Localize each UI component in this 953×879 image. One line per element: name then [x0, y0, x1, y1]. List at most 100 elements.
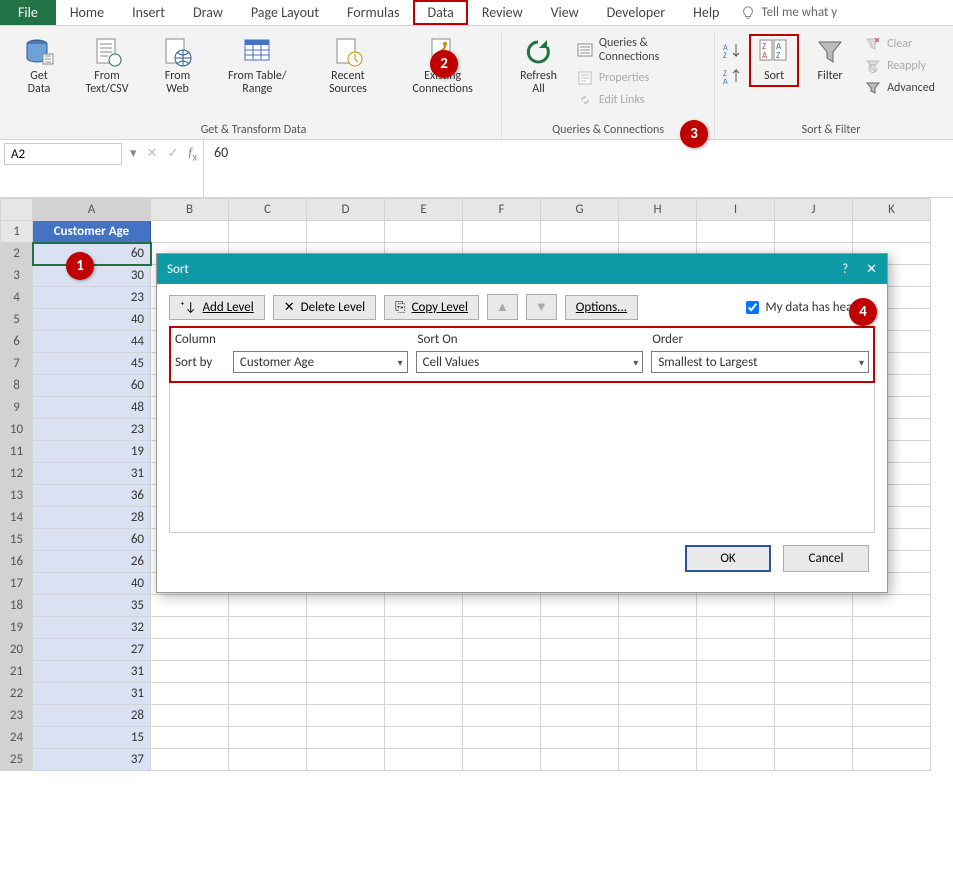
empty-cell[interactable]: [229, 595, 307, 617]
data-cell[interactable]: 40: [33, 573, 151, 595]
empty-cell[interactable]: [229, 705, 307, 727]
sort-desc-icon[interactable]: ZA: [723, 68, 743, 86]
empty-cell[interactable]: [619, 639, 697, 661]
row-header[interactable]: 25: [1, 749, 33, 771]
delete-level-button[interactable]: ✕Delete Level: [273, 295, 376, 320]
row-header[interactable]: 3: [1, 265, 33, 287]
data-cell[interactable]: 28: [33, 507, 151, 529]
col-header-K[interactable]: K: [853, 199, 931, 221]
empty-cell[interactable]: [775, 661, 853, 683]
menu-data[interactable]: Data: [413, 0, 467, 25]
fx-icon[interactable]: fx: [188, 146, 197, 164]
data-cell[interactable]: 45: [33, 353, 151, 375]
empty-cell[interactable]: [385, 617, 463, 639]
empty-cell[interactable]: [541, 749, 619, 771]
menu-home[interactable]: Home: [56, 0, 118, 25]
row-header[interactable]: 8: [1, 375, 33, 397]
edit-links-button[interactable]: Edit Links: [573, 90, 706, 110]
data-cell[interactable]: 31: [33, 683, 151, 705]
data-cell[interactable]: 27: [33, 639, 151, 661]
menu-view[interactable]: View: [537, 0, 593, 25]
help-icon[interactable]: ?: [842, 262, 848, 277]
empty-cell[interactable]: [385, 749, 463, 771]
empty-cell[interactable]: [463, 221, 541, 243]
empty-cell[interactable]: [463, 683, 541, 705]
menu-formulas[interactable]: Formulas: [333, 0, 413, 25]
empty-cell[interactable]: [151, 221, 229, 243]
row-header[interactable]: 7: [1, 353, 33, 375]
menu-developer[interactable]: Developer: [593, 0, 679, 25]
col-header-C[interactable]: C: [229, 199, 307, 221]
empty-cell[interactable]: [541, 661, 619, 683]
empty-cell[interactable]: [307, 595, 385, 617]
empty-cell[interactable]: [385, 705, 463, 727]
row-header[interactable]: 13: [1, 485, 33, 507]
formula-input[interactable]: 60: [203, 140, 953, 197]
row-header[interactable]: 10: [1, 419, 33, 441]
options-button[interactable]: Options...: [565, 295, 638, 320]
row-header[interactable]: 22: [1, 683, 33, 705]
empty-cell[interactable]: [307, 221, 385, 243]
empty-cell[interactable]: [775, 617, 853, 639]
empty-cell[interactable]: [463, 595, 541, 617]
data-cell[interactable]: 37: [33, 749, 151, 771]
row-header[interactable]: 18: [1, 595, 33, 617]
empty-cell[interactable]: [307, 639, 385, 661]
cancel-icon[interactable]: ✕: [147, 146, 158, 161]
empty-cell[interactable]: [229, 617, 307, 639]
column-header-cell[interactable]: Customer Age: [33, 221, 151, 243]
data-cell[interactable]: 32: [33, 617, 151, 639]
empty-cell[interactable]: [385, 595, 463, 617]
empty-cell[interactable]: [151, 727, 229, 749]
data-cell[interactable]: 23: [33, 287, 151, 309]
col-header-E[interactable]: E: [385, 199, 463, 221]
empty-cell[interactable]: [385, 639, 463, 661]
empty-cell[interactable]: [775, 595, 853, 617]
empty-cell[interactable]: [619, 661, 697, 683]
menu-help[interactable]: Help: [679, 0, 733, 25]
row-header[interactable]: 14: [1, 507, 33, 529]
empty-cell[interactable]: [697, 749, 775, 771]
empty-cell[interactable]: [307, 749, 385, 771]
col-header-J[interactable]: J: [775, 199, 853, 221]
empty-cell[interactable]: [775, 749, 853, 771]
get-data-button[interactable]: Get Data: [14, 34, 64, 98]
row-header[interactable]: 12: [1, 463, 33, 485]
empty-cell[interactable]: [619, 749, 697, 771]
empty-cell[interactable]: [697, 661, 775, 683]
order-combo[interactable]: Smallest to Largest▾: [651, 351, 869, 373]
data-cell[interactable]: 31: [33, 661, 151, 683]
col-header-G[interactable]: G: [541, 199, 619, 221]
empty-cell[interactable]: [151, 705, 229, 727]
empty-cell[interactable]: [697, 617, 775, 639]
row-header[interactable]: 16: [1, 551, 33, 573]
data-cell[interactable]: 23: [33, 419, 151, 441]
row-header[interactable]: 17: [1, 573, 33, 595]
empty-cell[interactable]: [307, 661, 385, 683]
empty-cell[interactable]: [697, 221, 775, 243]
empty-cell[interactable]: [853, 661, 931, 683]
queries-connections-button[interactable]: Queries & Connections: [573, 34, 706, 66]
empty-cell[interactable]: [307, 705, 385, 727]
dropdown-icon[interactable]: ▾: [130, 146, 137, 161]
empty-cell[interactable]: [619, 595, 697, 617]
data-cell[interactable]: 15: [33, 727, 151, 749]
empty-cell[interactable]: [385, 727, 463, 749]
menu-draw[interactable]: Draw: [179, 0, 237, 25]
empty-cell[interactable]: [853, 749, 931, 771]
select-all[interactable]: [1, 199, 33, 221]
empty-cell[interactable]: [775, 727, 853, 749]
empty-cell[interactable]: [541, 617, 619, 639]
empty-cell[interactable]: [463, 639, 541, 661]
col-header-F[interactable]: F: [463, 199, 541, 221]
empty-cell[interactable]: [697, 639, 775, 661]
empty-cell[interactable]: [307, 727, 385, 749]
empty-cell[interactable]: [697, 683, 775, 705]
data-cell[interactable]: 31: [33, 463, 151, 485]
row-header[interactable]: 15: [1, 529, 33, 551]
empty-cell[interactable]: [853, 639, 931, 661]
row-header[interactable]: 2: [1, 243, 33, 265]
advanced-button[interactable]: Advanced: [861, 78, 939, 98]
data-cell[interactable]: 44: [33, 331, 151, 353]
menu-review[interactable]: Review: [468, 0, 537, 25]
